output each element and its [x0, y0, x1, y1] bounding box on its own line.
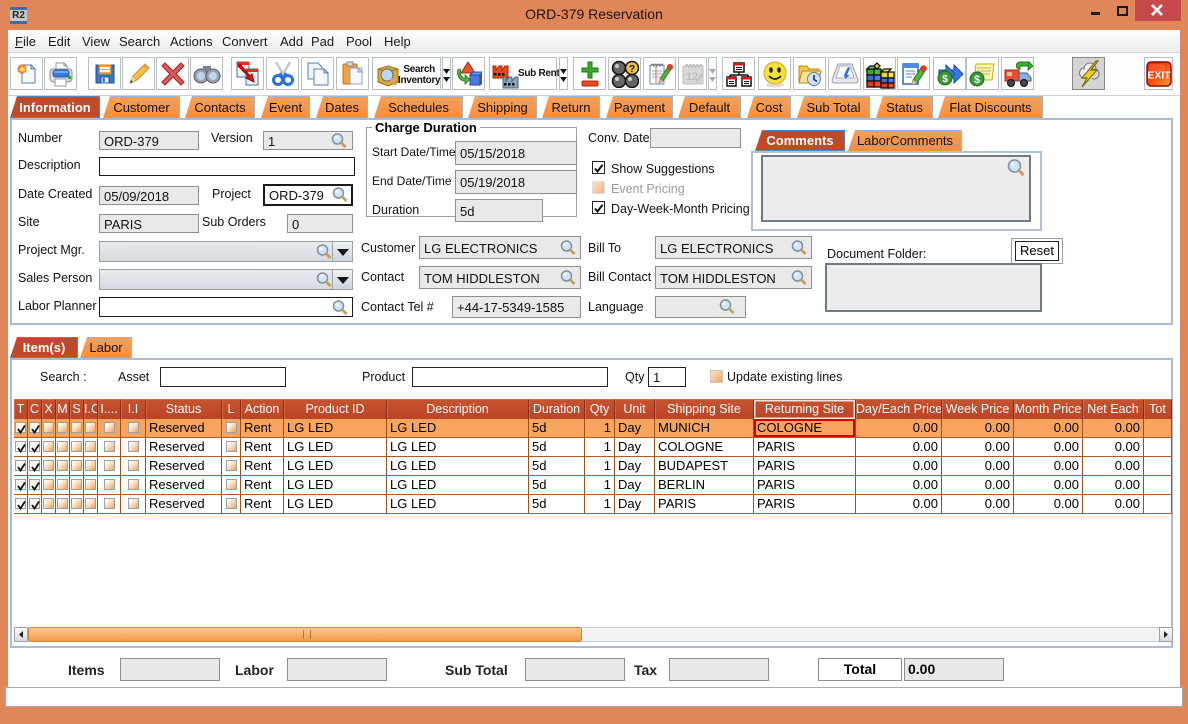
svg-text:$: $	[973, 74, 979, 86]
svg-text:EXIT: EXIT	[1147, 69, 1171, 81]
svg-text:?: ?	[628, 64, 634, 75]
svg-text:$: $	[942, 74, 948, 85]
